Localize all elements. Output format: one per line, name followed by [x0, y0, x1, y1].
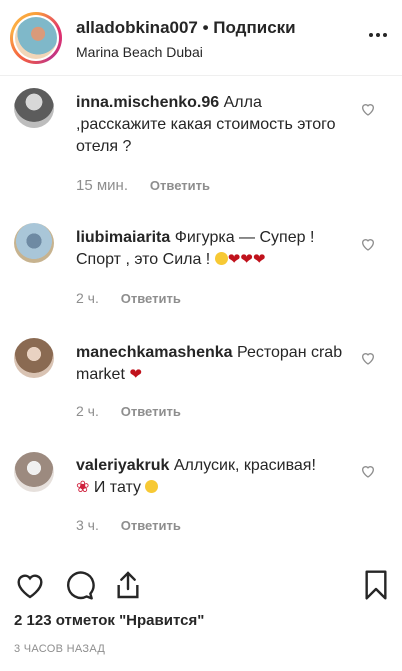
reply-button[interactable]: Ответить	[121, 404, 181, 419]
comment-icon[interactable]	[63, 568, 95, 602]
comment-time: 2 ч.	[76, 403, 99, 419]
author-line: alladobkina007 • Подписки	[76, 18, 296, 38]
avatar[interactable]	[14, 452, 54, 492]
reply-button[interactable]: Ответить	[150, 178, 210, 193]
hearts-emoji-icon: ❤❤❤	[227, 251, 266, 268]
comment-username[interactable]: inna.mischenko.96	[76, 94, 219, 111]
comment-body: Аллусик, красивая!	[173, 457, 316, 474]
heart-icon[interactable]	[14, 568, 46, 602]
author-username[interactable]: alladobkina007	[76, 18, 198, 37]
heart-icon[interactable]	[360, 101, 376, 117]
action-bar	[0, 568, 402, 608]
share-icon[interactable]	[112, 568, 144, 602]
comment-username[interactable]: valeriyakruk	[76, 457, 169, 474]
bookmark-icon[interactable]	[360, 568, 392, 602]
avatar[interactable]	[14, 338, 54, 378]
comment-time: 2 ч.	[76, 290, 99, 306]
heart-emoji-icon: ❤	[129, 366, 142, 383]
comment-meta: 15 мин. Ответить	[76, 177, 210, 194]
comment-body-2: И тату	[93, 479, 142, 496]
heart-icon[interactable]	[360, 236, 376, 252]
comment-text: inna.mischenko.96 Алла ,расскажите какая…	[76, 92, 346, 158]
reply-button[interactable]: Ответить	[121, 518, 181, 533]
reply-button[interactable]: Ответить	[121, 291, 181, 306]
smile-emoji-icon	[214, 252, 228, 265]
comment-text: manechkamashenka Ресторан crab market ❤	[76, 342, 346, 386]
heart-icon[interactable]	[360, 463, 376, 479]
avatar[interactable]	[14, 223, 54, 263]
heart-icon[interactable]	[360, 350, 376, 366]
smile-emoji-icon	[145, 480, 159, 493]
author-avatar[interactable]	[10, 12, 62, 64]
comment-meta: 3 ч. Ответить	[76, 517, 181, 533]
comment-meta: 2 ч. Ответить	[76, 403, 181, 419]
comment-time: 3 ч.	[76, 517, 99, 533]
post-time: 3 ЧАСОВ НАЗАД	[14, 643, 106, 655]
comment-text: valeriyakruk Аллусик, красивая! ❀ И тату	[76, 455, 346, 499]
follow-status[interactable]: • Подписки	[203, 18, 296, 37]
comment-username[interactable]: liubimaiarita	[76, 229, 170, 246]
rose-emoji-icon: ❀	[76, 479, 90, 496]
comment-username[interactable]: manechkamashenka	[76, 344, 233, 361]
comment-meta: 2 ч. Ответить	[76, 290, 181, 306]
post-location[interactable]: Marina Beach Dubai	[76, 44, 203, 60]
avatar[interactable]	[14, 88, 54, 128]
likes-count[interactable]: 2 123 отметок "Нравится"	[14, 612, 204, 629]
comment-time: 15 мин.	[76, 177, 128, 194]
more-icon[interactable]	[368, 30, 388, 40]
comment-text: liubimaiarita Фигурка — Супер ! Спорт , …	[76, 227, 346, 271]
post-header: alladobkina007 • Подписки Marina Beach D…	[0, 0, 402, 76]
